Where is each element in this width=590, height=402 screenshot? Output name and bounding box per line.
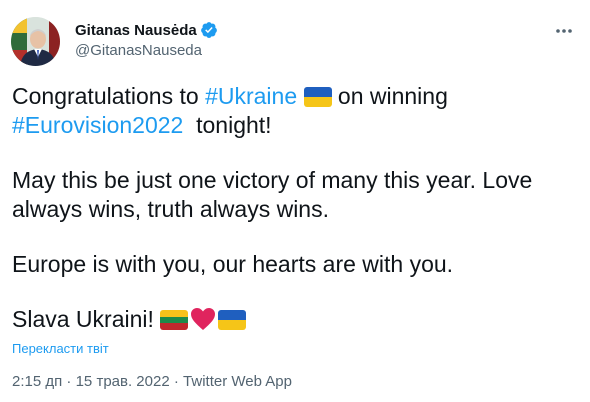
author-handle[interactable]: @GitanasNauseda [75,42,218,59]
ukraine-flag-icon [218,310,247,330]
name-row: Gitanas Nausėda [75,20,218,40]
meta-separator: · [169,373,184,390]
red-heart-icon [190,307,216,331]
meta-separator: · [62,373,76,390]
hashtag-eurovision-link[interactable]: #Eurovision2022 [12,112,183,138]
text-segment: tonight! [183,112,272,138]
verified-badge-icon [200,21,218,39]
lithuania-flag-icon [160,310,189,330]
tweet-paragraph-4: Slava Ukraini! [12,305,572,334]
text-segment: Slava Ukraini! [12,306,161,332]
avatar-portrait-icon [11,17,60,66]
avatar[interactable] [11,17,60,66]
author-block: Gitanas Nausėda @GitanasNauseda [75,20,218,59]
tweet-paragraph-1: Congratulations to #Ukraine on winning #E… [12,82,572,140]
more-horizontal-icon [556,29,572,33]
tweet-metadata: 2:15 дп · 15 трав. 2022 · Twitter Web Ap… [12,373,292,390]
tweet-paragraph-3: Europe is with you, our hearts are with … [12,251,454,277]
hashtag-ukraine-link[interactable]: #Ukraine [205,83,297,109]
text-segment: on winning [331,83,448,109]
text-segment: Congratulations to [12,83,206,109]
tweet-time-link[interactable]: 2:15 дп [12,373,62,390]
tweet-text: Congratulations to #Ukraine on winning #E… [12,82,572,334]
tweet-paragraph-2: May this be just one victory of many thi… [12,167,533,222]
ukraine-flag-icon [303,87,332,107]
translate-tweet-link[interactable]: Перекласти твіт [12,341,109,356]
author-display-name[interactable]: Gitanas Nausėda [75,22,197,39]
tweet-source-link[interactable]: Twitter Web App [183,373,292,390]
tweet-date-link[interactable]: 15 трав. 2022 [76,373,170,390]
more-options-button[interactable] [552,22,576,40]
tweet-card: Gitanas Nausėda @GitanasNauseda Congratu… [0,0,590,402]
